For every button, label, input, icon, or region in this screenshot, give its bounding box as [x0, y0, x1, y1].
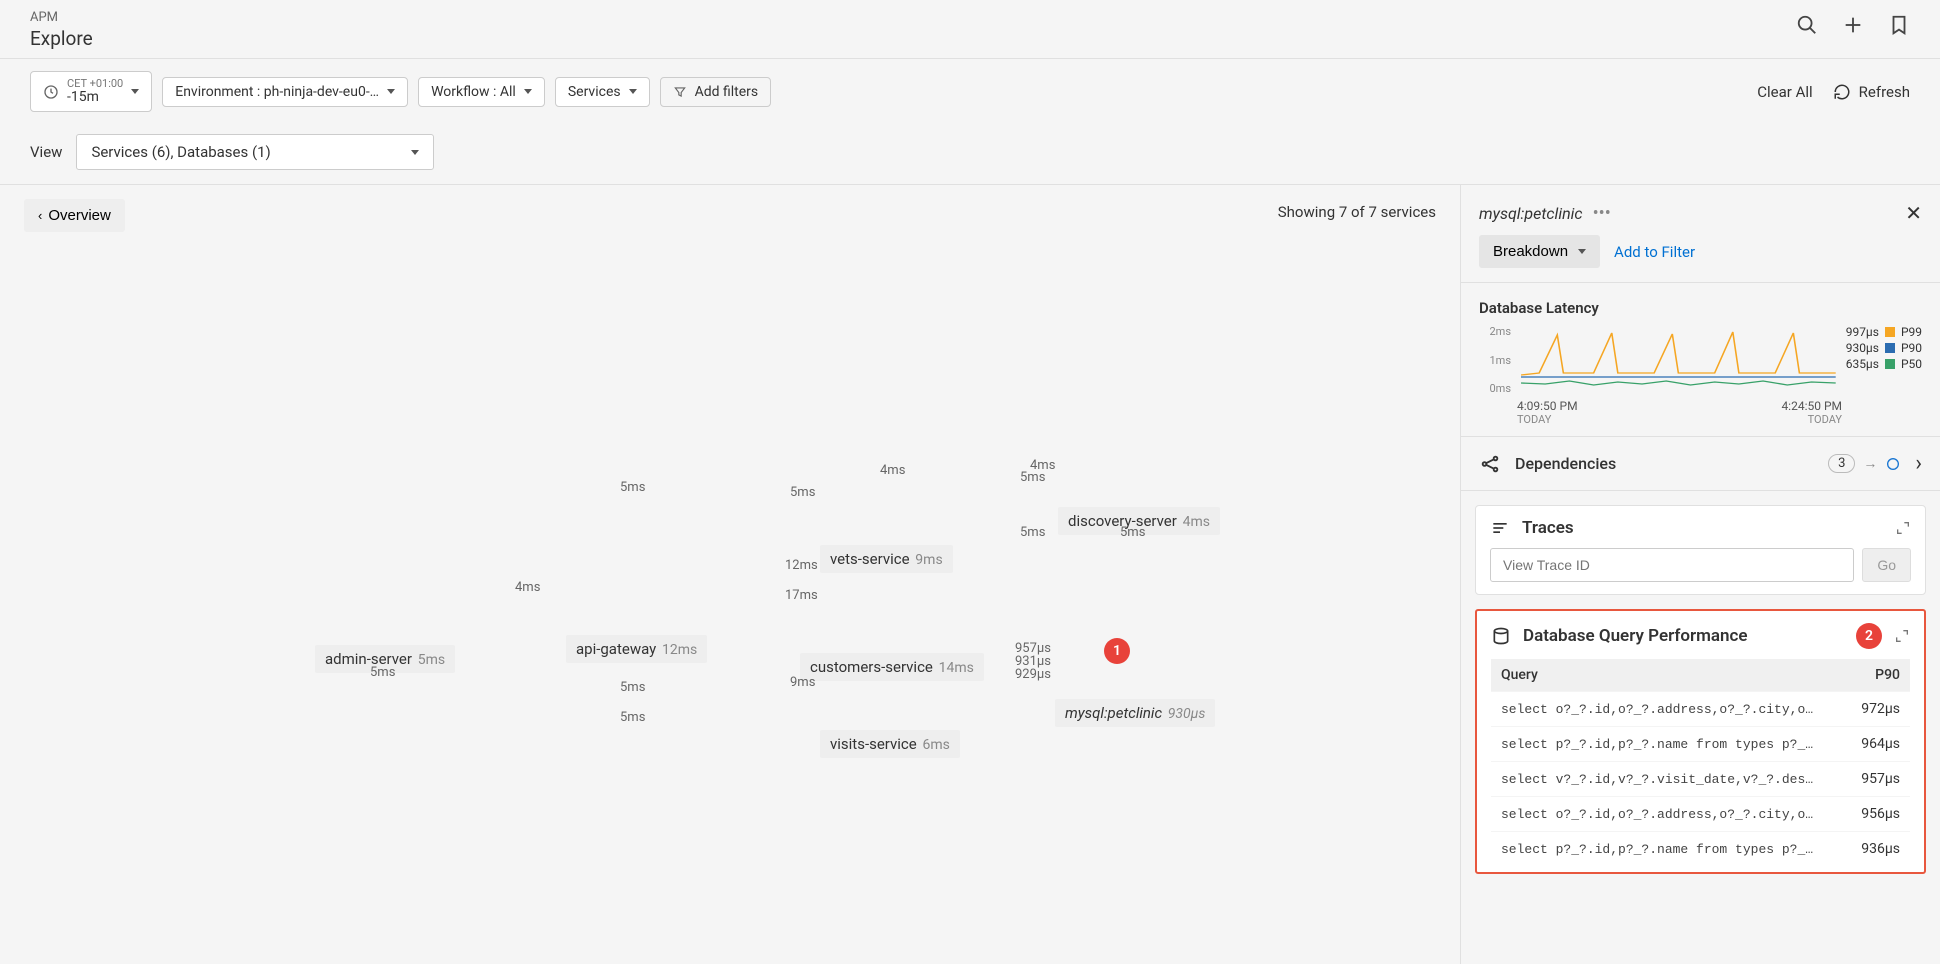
edge-label: 5ms — [620, 480, 645, 495]
edge-label: 5ms — [1120, 525, 1145, 540]
chevron-right-icon[interactable]: › — [1915, 451, 1922, 476]
details-panel: mysql:petclinic ••• ✕ Breakdown Add to F… — [1460, 185, 1940, 964]
node-label-api-gateway[interactable]: api-gateway 12ms — [566, 635, 707, 663]
edge-label: 929µs — [1015, 667, 1051, 682]
time-today: TODAY — [1517, 413, 1578, 426]
database-query-performance-card: Database Query Performance 2 Query P90 s… — [1475, 609, 1926, 874]
showing-count: Showing 7 of 7 services — [1278, 203, 1436, 221]
chevron-down-icon — [524, 89, 532, 94]
search-icon[interactable] — [1796, 14, 1818, 40]
col-query[interactable]: Query — [1491, 659, 1837, 692]
range-label: -15m — [67, 90, 123, 105]
edge-label: 4ms — [880, 463, 905, 478]
refresh-icon — [1833, 83, 1851, 101]
node-label-mysql[interactable]: mysql:petclinic 930µs — [1055, 699, 1215, 727]
edge-label: 12ms — [785, 558, 818, 573]
service-graph[interactable] — [0, 185, 300, 335]
share-icon — [1479, 453, 1501, 475]
expand-icon[interactable] — [1895, 520, 1911, 536]
ytick: 1ms — [1479, 354, 1511, 367]
edge-label: 17ms — [785, 588, 818, 603]
time-start: 4:09:50 PM — [1517, 399, 1578, 413]
expand-icon[interactable] — [1894, 628, 1910, 644]
list-icon — [1490, 518, 1510, 538]
panel-title: mysql:petclinic — [1479, 204, 1583, 223]
ytick: 0ms — [1479, 382, 1511, 395]
deps-title: Dependencies — [1515, 454, 1814, 473]
time-range-picker[interactable]: CET +01:00 -15m — [30, 71, 152, 112]
col-p90[interactable]: P90 — [1837, 659, 1910, 692]
filter-icon — [673, 85, 687, 99]
chevron-down-icon — [131, 89, 139, 94]
page-header: APM Explore — [0, 0, 1940, 59]
node-label-visits-service[interactable]: visits-service 6ms — [820, 730, 960, 758]
annotation-1: 1 — [1104, 638, 1130, 664]
environment-filter[interactable]: Environment : ph-ninja-dev-eu0-… — [162, 77, 408, 107]
clock-icon — [43, 84, 59, 100]
edge-label: 5ms — [790, 485, 815, 500]
table-row[interactable]: select p?_?.id,p?_?.name from types p?_…… — [1491, 832, 1910, 867]
edge-label: 5ms — [370, 665, 395, 680]
trace-id-input[interactable] — [1490, 548, 1854, 582]
table-row[interactable]: select o?_?.id,o?_?.address,o?_?.city,o…… — [1491, 797, 1910, 832]
latency-legend: 997µs P99 930µs P90 635µs P50 — [1846, 325, 1922, 395]
edge-label: 4ms — [515, 580, 540, 595]
view-bar: View Services (6), Databases (1) — [0, 124, 1940, 185]
table-row[interactable]: select v?_?.id,v?_?.visit_date,v?_?.des…… — [1491, 762, 1910, 797]
services-filter[interactable]: Services — [555, 77, 650, 107]
edge-label: 5ms — [620, 710, 645, 725]
node-label-vets-service[interactable]: vets-service 9ms — [820, 545, 953, 573]
time-end: 4:24:50 PM — [1781, 399, 1842, 413]
latency-title: Database Latency — [1479, 299, 1922, 317]
ytick: 2ms — [1479, 325, 1511, 338]
legend-val: 997µs — [1846, 325, 1879, 339]
database-icon — [1491, 626, 1511, 646]
chevron-down-icon — [387, 89, 395, 94]
chevron-down-icon — [1578, 249, 1586, 254]
query-table: Query P90 select o?_?.id,o?_?.address,o?… — [1491, 659, 1910, 866]
more-icon[interactable]: ••• — [1593, 209, 1611, 218]
annotation-2: 2 — [1856, 623, 1882, 649]
breakdown-button[interactable]: Breakdown — [1479, 235, 1600, 268]
edge-label: 9ms — [790, 675, 815, 690]
edge-label: 5ms — [1020, 525, 1045, 540]
legend-name: P99 — [1901, 325, 1922, 339]
view-label: View — [30, 143, 62, 161]
chevron-down-icon — [629, 89, 637, 94]
refresh-button[interactable]: Refresh — [1833, 83, 1910, 101]
dqp-title: Database Query Performance — [1523, 626, 1844, 646]
add-icon[interactable] — [1842, 14, 1864, 40]
table-row[interactable]: select o?_?.id,o?_?.address,o?_?.city,o…… — [1491, 692, 1910, 727]
add-to-filter-link[interactable]: Add to Filter — [1614, 243, 1695, 261]
traces-card: Traces Go — [1475, 505, 1926, 595]
workflow-filter[interactable]: Workflow : All — [418, 77, 545, 107]
close-icon[interactable]: ✕ — [1905, 201, 1922, 225]
chevron-down-icon — [411, 150, 419, 155]
go-button[interactable]: Go — [1862, 548, 1911, 582]
deps-count: 3 — [1828, 454, 1855, 473]
view-select[interactable]: Services (6), Databases (1) — [76, 134, 433, 170]
table-row[interactable]: select p?_?.id,p?_?.name from types p?_…… — [1491, 727, 1910, 762]
latency-sparkline[interactable] — [1521, 325, 1836, 395]
legend-name: P90 — [1901, 341, 1922, 355]
page-title: Explore — [30, 27, 1910, 50]
traces-title: Traces — [1522, 518, 1883, 538]
database-latency-section: Database Latency 2ms 1ms 0ms 997µs P99 93… — [1461, 282, 1940, 437]
breadcrumb[interactable]: APM — [30, 10, 1910, 25]
legend-name: P50 — [1901, 357, 1922, 371]
edge-label: 4ms — [1030, 458, 1055, 473]
dependencies-section[interactable]: Dependencies 3 → › — [1461, 437, 1940, 491]
add-filters-button[interactable]: Add filters — [660, 77, 772, 107]
legend-val: 930µs — [1846, 341, 1879, 355]
legend-val: 635µs — [1846, 357, 1879, 371]
edge-label: 5ms — [620, 680, 645, 695]
bookmark-icon[interactable] — [1888, 14, 1910, 40]
clear-all-button[interactable]: Clear All — [1757, 83, 1812, 101]
deps-diagram-icon: 3 → — [1828, 454, 1901, 473]
node-label-customers-service[interactable]: customers-service 14ms — [800, 653, 984, 681]
time-today: TODAY — [1781, 413, 1842, 426]
filter-bar: CET +01:00 -15m Environment : ph-ninja-d… — [0, 59, 1940, 124]
service-map-canvas[interactable]: ‹ Overview Showing 7 of 7 services — [0, 185, 1460, 964]
